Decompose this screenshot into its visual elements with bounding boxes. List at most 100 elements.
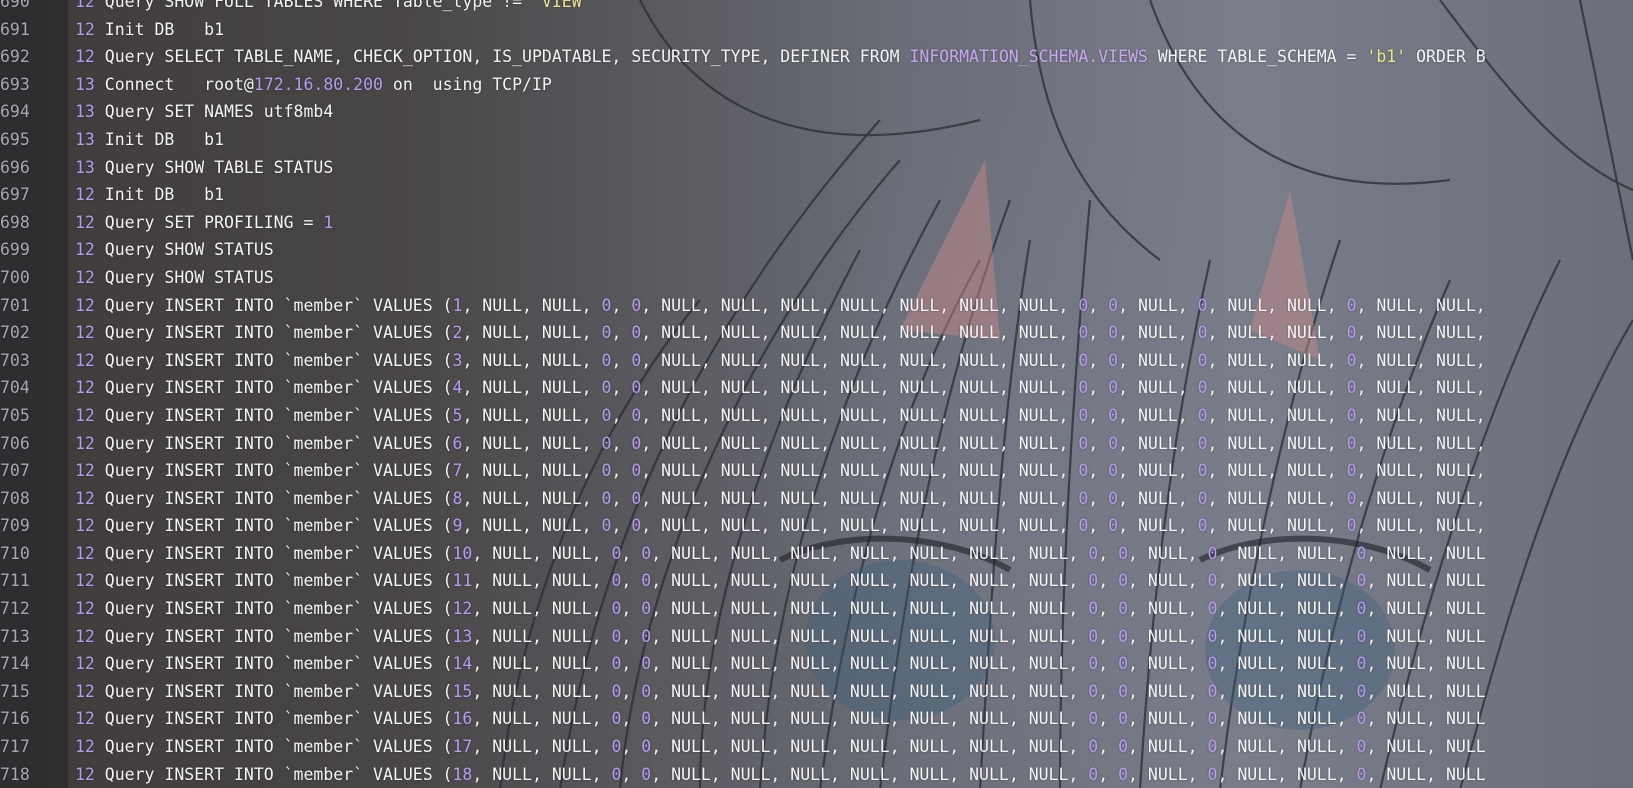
token-num: 18 <box>452 764 473 784</box>
token-num: 0 <box>641 681 652 701</box>
token-text: , NULL, NULL <box>1366 681 1486 701</box>
token-text: , NULL, NULL, NULL, NULL, NULL, NULL, NU… <box>641 295 1079 315</box>
token-text: , <box>621 543 642 563</box>
code-line[interactable]: 698 12 Query SET PROFILING = 1 <box>0 209 1633 237</box>
token-text: , NULL, NULL, <box>1217 709 1357 729</box>
token-num: 0 <box>1207 571 1218 591</box>
token-num: 0 <box>601 295 612 315</box>
token-num: 0 <box>1346 433 1357 453</box>
code-editor[interactable]: 690 12 Query SHOW FULL TABLES WHERE Table… <box>0 0 1633 788</box>
code-line[interactable]: 704 12 Query INSERT INTO `member` VALUES … <box>0 374 1633 402</box>
token-text: , NULL, NULL, <box>1356 405 1486 425</box>
code-line[interactable]: 718 12 Query INSERT INTO `member` VALUES … <box>0 761 1633 788</box>
token-text: , <box>1088 433 1109 453</box>
code-line[interactable]: 693 13 Connect root@172.16.80.200 on usin… <box>0 71 1633 99</box>
token-text: , <box>621 626 642 646</box>
code-line[interactable]: 692 12 Query SELECT TABLE_NAME, CHECK_OPT… <box>0 43 1633 71</box>
token-text: Query SET PROFILING = <box>94 212 324 232</box>
token-text: , NULL, NULL, <box>462 378 602 398</box>
token-num: 0 <box>601 405 612 425</box>
token-text: , NULL, NULL, <box>1356 378 1486 398</box>
token-num: 0 <box>1356 599 1367 619</box>
token-num: 0 <box>1356 543 1367 563</box>
code-line[interactable]: 695 13 Init DB b1 <box>0 126 1633 154</box>
code-line[interactable]: 715 12 Query INSERT INTO `member` VALUES … <box>0 678 1633 706</box>
token-num: 0 <box>1108 433 1119 453</box>
token-text: , NULL, NULL, <box>1217 626 1357 646</box>
line-number: 691 <box>0 19 30 39</box>
token-text: , NULL, <box>1128 543 1208 563</box>
code-line[interactable]: 708 12 Query INSERT INTO `member` VALUES … <box>0 485 1633 513</box>
code-line[interactable]: 697 12 Init DB b1 <box>0 181 1633 209</box>
token-text: , <box>621 571 642 591</box>
line-number: 712 <box>0 599 30 619</box>
line-number: 698 <box>0 212 30 232</box>
code-line[interactable]: 694 13 Query SET NAMES utf8mb4 <box>0 98 1633 126</box>
code-line[interactable]: 703 12 Query INSERT INTO `member` VALUES … <box>0 347 1633 375</box>
token-num: 0 <box>1108 405 1119 425</box>
token-num: 0 <box>1088 599 1099 619</box>
token-num: 1 <box>452 295 463 315</box>
code-line[interactable]: 709 12 Query INSERT INTO `member` VALUES … <box>0 512 1633 540</box>
token-num: 17 <box>452 737 473 757</box>
code-line[interactable]: 702 12 Query INSERT INTO `member` VALUES … <box>0 319 1633 347</box>
log-lines: 690 12 Query SHOW FULL TABLES WHERE Table… <box>0 0 1633 788</box>
code-line[interactable]: 700 12 Query SHOW STATUS <box>0 264 1633 292</box>
token-text: , NULL, NULL <box>1366 571 1486 591</box>
token-num: 0 <box>1197 350 1208 370</box>
token-num: 12 <box>75 378 95 398</box>
token-num: 0 <box>1197 461 1208 481</box>
code-line[interactable]: 713 12 Query INSERT INTO `member` VALUES … <box>0 623 1633 651</box>
token-num: 0 <box>1108 378 1119 398</box>
code-line[interactable]: 717 12 Query INSERT INTO `member` VALUES … <box>0 733 1633 761</box>
code-line[interactable]: 699 12 Query SHOW STATUS <box>0 236 1633 264</box>
token-num: 0 <box>1207 654 1218 674</box>
token-text: , <box>611 516 632 536</box>
token-num: 12 <box>75 571 95 591</box>
token-num: 0 <box>1088 764 1099 784</box>
code-line[interactable]: 691 12 Init DB b1 <box>0 16 1633 44</box>
token-num: 9 <box>452 516 463 536</box>
token-num: 0 <box>601 350 612 370</box>
token-num: 13 <box>452 626 473 646</box>
token-text: , NULL, NULL, <box>1207 488 1347 508</box>
code-text: 12 Init DB b1 <box>75 181 224 209</box>
code-line[interactable]: 701 12 Query INSERT INTO `member` VALUES … <box>0 292 1633 320</box>
token-num: 0 <box>1088 737 1099 757</box>
token-str: 'VIEW' <box>531 0 592 11</box>
token-text: Query INSERT INTO `member` VALUES ( <box>94 737 453 757</box>
code-text: 12 Query SHOW STATUS <box>75 236 274 264</box>
token-text: , NULL, NULL, <box>1356 295 1486 315</box>
code-line[interactable]: 705 12 Query INSERT INTO `member` VALUES … <box>0 402 1633 430</box>
code-line[interactable]: 716 12 Query INSERT INTO `member` VALUES … <box>0 705 1633 733</box>
code-line[interactable]: 690 12 Query SHOW FULL TABLES WHERE Table… <box>0 0 1633 16</box>
code-line[interactable]: 711 12 Query INSERT INTO `member` VALUES … <box>0 567 1633 595</box>
token-text: , <box>1098 681 1119 701</box>
token-num: 0 <box>601 323 612 343</box>
token-text: Query INSERT INTO `member` VALUES ( <box>94 626 453 646</box>
token-text: Init DB b1 <box>94 129 225 149</box>
token-num: 0 <box>641 571 652 591</box>
code-line[interactable]: 707 12 Query INSERT INTO `member` VALUES … <box>0 457 1633 485</box>
token-num: 12 <box>75 599 95 619</box>
code-line[interactable]: 712 12 Query INSERT INTO `member` VALUES … <box>0 595 1633 623</box>
token-num: 0 <box>1118 764 1129 784</box>
token-text: , NULL, NULL, <box>472 599 612 619</box>
token-ip: 172.16.80.200 <box>253 74 383 94</box>
token-num: 0 <box>631 405 642 425</box>
code-line[interactable]: 696 13 Query SHOW TABLE STATUS <box>0 154 1633 182</box>
token-num: 0 <box>1356 571 1367 591</box>
code-line[interactable]: 710 12 Query INSERT INTO `member` VALUES … <box>0 540 1633 568</box>
token-num: 0 <box>1108 295 1119 315</box>
token-text: , NULL, NULL <box>1366 599 1486 619</box>
token-num: 0 <box>611 599 622 619</box>
token-num: 0 <box>601 516 612 536</box>
line-number: 697 <box>0 185 30 205</box>
code-text: 12 Query INSERT INTO `member` VALUES (10… <box>75 540 1486 568</box>
code-line[interactable]: 706 12 Query INSERT INTO `member` VALUES … <box>0 430 1633 458</box>
token-text: , <box>1088 488 1109 508</box>
token-text: , NULL, NULL, NULL, NULL, NULL, NULL, NU… <box>641 516 1079 536</box>
token-text: Query INSERT INTO `member` VALUES ( <box>94 323 453 343</box>
token-num: 8 <box>452 488 463 508</box>
code-line[interactable]: 714 12 Query INSERT INTO `member` VALUES … <box>0 650 1633 678</box>
